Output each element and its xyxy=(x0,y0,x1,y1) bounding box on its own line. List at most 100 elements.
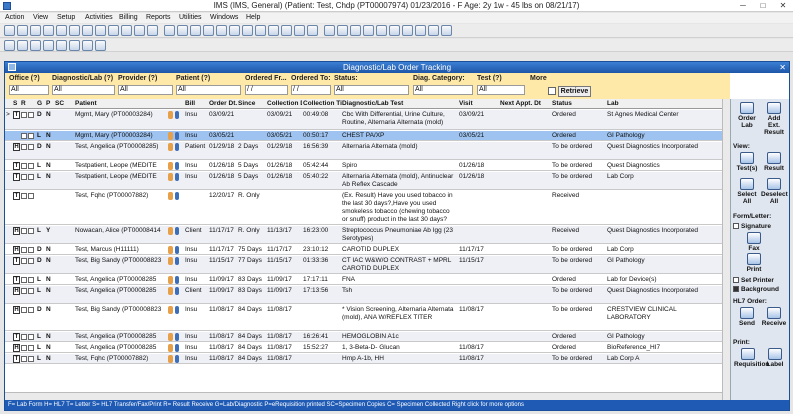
toolbar-icon[interactable] xyxy=(17,25,28,36)
row-checkbox[interactable] xyxy=(28,174,34,180)
grid-vertical-scrollbar[interactable] xyxy=(722,99,730,403)
row-checkbox[interactable] xyxy=(28,144,34,150)
toolbar-icon[interactable] xyxy=(56,25,67,36)
label-button[interactable]: Label xyxy=(762,348,788,368)
toolbar-icon[interactable] xyxy=(294,25,305,36)
row-checkbox[interactable] xyxy=(21,133,27,139)
row-checkbox[interactable] xyxy=(28,345,34,351)
diag-category-select[interactable]: All xyxy=(413,85,473,95)
toolbar-icon[interactable] xyxy=(337,25,348,36)
column-header[interactable]: Next Appt. Dt xyxy=(500,100,550,108)
background-checkbox-box[interactable] xyxy=(733,286,739,293)
table-row[interactable]: H D N Test, Angelica (PT00008285) Patient 01/… xyxy=(5,142,725,160)
column-header[interactable]: Visit xyxy=(459,100,499,108)
toolbar-icon[interactable] xyxy=(281,25,292,36)
row-checkbox[interactable] xyxy=(21,277,27,283)
ordered-to-field[interactable]: / / xyxy=(291,85,331,95)
column-header[interactable]: Bill xyxy=(185,100,207,108)
row-checkbox[interactable] xyxy=(21,334,27,340)
column-header[interactable]: Diagnostic/Lab Test xyxy=(342,100,457,108)
column-header[interactable]: P xyxy=(46,100,54,108)
row-checkbox[interactable] xyxy=(28,112,34,118)
column-header[interactable]: Since xyxy=(238,100,266,108)
menu-help[interactable]: Help xyxy=(246,14,260,21)
row-checkbox[interactable] xyxy=(21,345,27,351)
row-checkbox[interactable] xyxy=(28,133,34,139)
toolbar-icon[interactable] xyxy=(164,25,175,36)
menu-setup[interactable]: Setup xyxy=(57,14,75,21)
toolbar-icon[interactable] xyxy=(134,25,145,36)
hl7-receive-button[interactable]: Receive xyxy=(761,307,787,327)
column-header[interactable]: G xyxy=(37,100,45,108)
row-checkbox[interactable] xyxy=(28,193,34,199)
row-checkbox[interactable] xyxy=(28,247,34,253)
status-select[interactable]: All xyxy=(334,85,409,95)
row-checkbox[interactable] xyxy=(28,356,34,362)
grid-horizontal-scrollbar[interactable] xyxy=(5,392,722,400)
row-checkbox[interactable] xyxy=(21,288,27,294)
view-tests-button[interactable]: Test(s) xyxy=(734,152,760,172)
table-row[interactable]: H L Y Nowacan, Alice (PT00008414 Client 11/17… xyxy=(5,226,725,244)
toolbar-icon[interactable] xyxy=(307,25,318,36)
table-row[interactable]: T L N Testpatient, Leope (MEDITE Insu 01/26/1… xyxy=(5,172,725,190)
menu-windows[interactable]: Windows xyxy=(210,14,238,21)
row-checkbox[interactable] xyxy=(28,277,34,283)
set-printer-checkbox-box[interactable] xyxy=(733,277,739,284)
close-button[interactable]: ✕ xyxy=(775,0,791,12)
toolbar-icon[interactable] xyxy=(69,25,80,36)
view-result-button[interactable]: Result xyxy=(761,152,787,172)
toolbar-icon[interactable] xyxy=(242,25,253,36)
toolbar-icon[interactable] xyxy=(350,25,361,36)
window-close-icon[interactable]: ✕ xyxy=(779,62,786,73)
nav-toolbar-icon[interactable] xyxy=(30,40,41,51)
toolbar-icon[interactable] xyxy=(4,25,15,36)
menu-billing[interactable]: Billing xyxy=(119,14,138,21)
row-checkbox[interactable] xyxy=(28,288,34,294)
row-checkbox[interactable] xyxy=(28,258,34,264)
requisition-button[interactable]: Requisition xyxy=(734,348,769,368)
row-checkbox[interactable] xyxy=(28,163,34,169)
toolbar-icon[interactable] xyxy=(402,25,413,36)
test-field[interactable]: All xyxy=(477,85,525,95)
row-checkbox[interactable] xyxy=(21,307,27,313)
column-header[interactable]: Collection Dt. xyxy=(267,100,302,108)
toolbar-icon[interactable] xyxy=(108,25,119,36)
column-header[interactable]: Status xyxy=(552,100,605,108)
toolbar-icon[interactable] xyxy=(121,25,132,36)
toolbar-icon[interactable] xyxy=(30,25,41,36)
menu-view[interactable]: View xyxy=(33,14,48,21)
toolbar-icon[interactable] xyxy=(389,25,400,36)
toolbar-icon[interactable] xyxy=(268,25,279,36)
nav-toolbar-icon[interactable] xyxy=(56,40,67,51)
add-ext-result-button[interactable]: Add Ext. Result xyxy=(761,102,787,136)
set-printer-checkbox[interactable]: Set Printer xyxy=(733,277,774,284)
table-row[interactable]: H L N Test, Angelica (PT00008285 Insu 11/08/1… xyxy=(5,343,725,353)
toolbar-icon[interactable] xyxy=(229,25,240,36)
table-row[interactable]: > T D N Mgmt, Mary (PT00003284) Insu 03/09/21 0… xyxy=(5,110,725,130)
hl7-send-button[interactable]: Send xyxy=(734,307,760,327)
diaglab-field[interactable]: All xyxy=(52,85,115,95)
column-header[interactable]: S xyxy=(13,100,20,108)
row-checkbox[interactable] xyxy=(21,163,27,169)
column-header[interactable]: R xyxy=(21,100,28,108)
table-row[interactable]: T L N Test, Fqhc (PT00007882) Insu 11/08/17 84… xyxy=(5,354,725,364)
more-checkbox[interactable] xyxy=(548,87,556,95)
select-all-button[interactable]: Select All xyxy=(734,178,760,205)
row-checkbox[interactable] xyxy=(28,334,34,340)
toolbar-icon[interactable] xyxy=(415,25,426,36)
deselect-all-button[interactable]: Deselect All xyxy=(761,178,788,205)
table-row[interactable]: L N Mgmt, Mary (PT00003284) Insu 03/05/21 03/… xyxy=(5,131,725,141)
row-checkbox[interactable] xyxy=(21,247,27,253)
row-checkbox[interactable] xyxy=(28,307,34,313)
column-header[interactable]: Lab xyxy=(607,100,707,108)
maximize-button[interactable]: □ xyxy=(755,0,771,12)
column-header[interactable]: Order Dt. xyxy=(209,100,237,108)
column-header[interactable]: SC xyxy=(55,100,71,108)
fax-button[interactable]: Fax xyxy=(734,232,774,252)
nav-toolbar-icon[interactable] xyxy=(17,40,28,51)
toolbar-icon[interactable] xyxy=(147,25,158,36)
order-lab-button[interactable]: Order Lab xyxy=(734,102,760,129)
row-checkbox[interactable] xyxy=(21,174,27,180)
nav-toolbar-icon[interactable] xyxy=(95,40,106,51)
row-checkbox[interactable] xyxy=(21,258,27,264)
